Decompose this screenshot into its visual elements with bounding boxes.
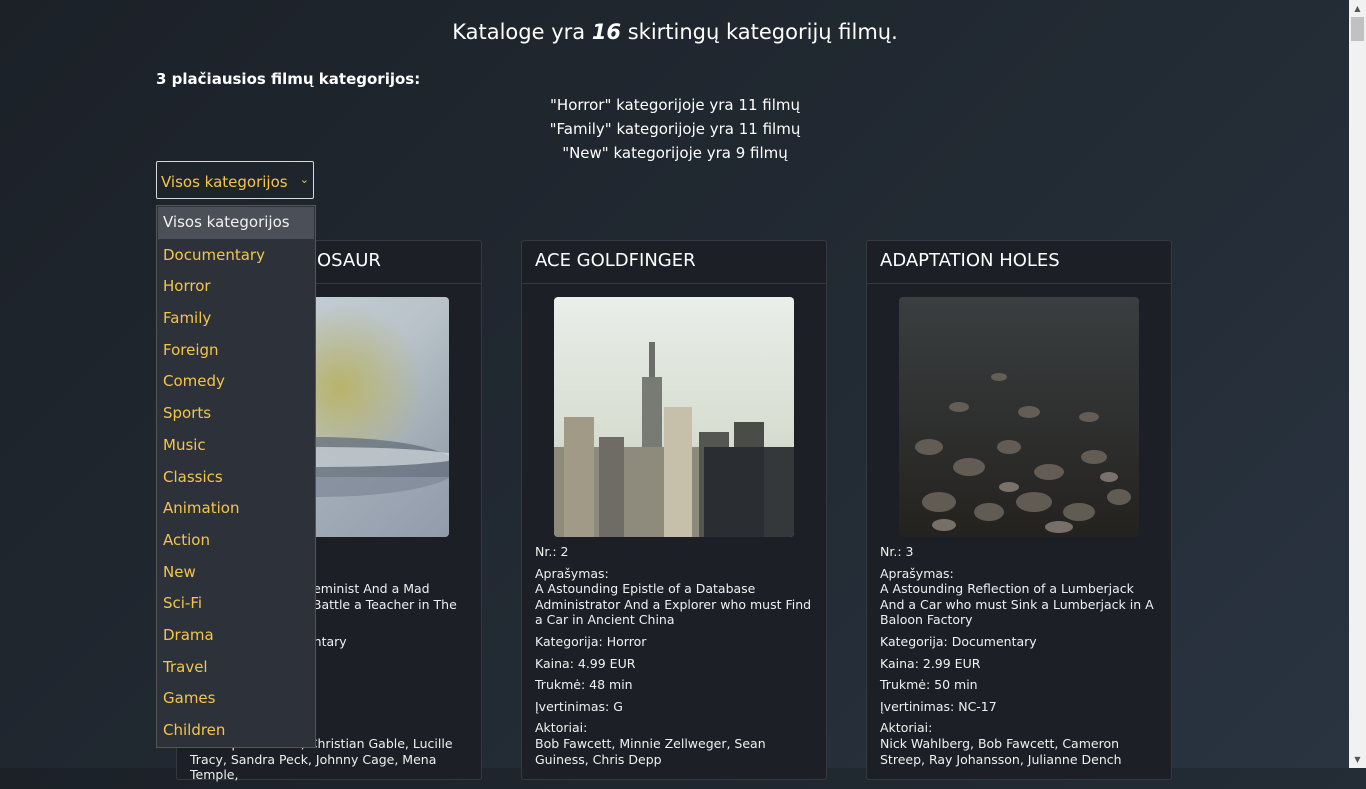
film-category: Kategorija: Horror xyxy=(535,633,647,649)
film-description-label: Aprašymas: xyxy=(880,565,954,581)
chevron-down-icon: ⌄ xyxy=(299,173,309,186)
film-actors-text: Nick Wahlberg, Bob Fawcett, Cameron Stre… xyxy=(880,735,1122,767)
top-category-item: "Family" kategorijoje yra 11 filmų xyxy=(549,120,801,138)
top-category-item: "Horror" kategorijoje yra 11 filmų xyxy=(550,96,800,114)
category-select[interactable]: Visos kategorijos ⌄ xyxy=(156,161,314,199)
film-length: Trukmė: 48 min xyxy=(535,677,633,693)
dropdown-option-classics[interactable]: Classics xyxy=(157,462,315,494)
film-rating: Įvertinimas: G xyxy=(535,698,623,714)
dropdown-option-children[interactable]: Children xyxy=(157,715,315,747)
dropdown-option-documentary[interactable]: Documentary xyxy=(157,240,315,272)
category-select-value: Visos kategorijos xyxy=(161,173,288,191)
title-text-start: Kataloge yra xyxy=(452,20,592,44)
film-description-label: Aprašymas: xyxy=(535,565,609,581)
film-description: Aprašymas: A Astounding Epistle of a Dat… xyxy=(535,566,817,628)
film-price: Kaina: 2.99 EUR xyxy=(880,655,981,671)
dropdown-option-drama[interactable]: Drama xyxy=(157,620,315,652)
film-actors-label: Aktoriai: xyxy=(535,720,588,736)
film-actors-label: Aktoriai: xyxy=(880,720,933,736)
scroll-up-arrow-icon[interactable]: ▲ xyxy=(1349,0,1366,17)
film-title: ACE GOLDFINGER xyxy=(522,241,826,284)
vertical-scrollbar[interactable]: ▲ ▼ xyxy=(1349,0,1366,768)
scroll-down-arrow-icon[interactable]: ▼ xyxy=(1349,751,1366,768)
film-image xyxy=(899,297,1139,537)
film-actors-text: Bob Fawcett, Minnie Zellweger, Sean Guin… xyxy=(535,735,766,767)
film-number: Nr.: 2 xyxy=(535,544,569,559)
dropdown-option-family[interactable]: Family xyxy=(157,303,315,335)
film-length: Trukmė: 50 min xyxy=(880,677,978,693)
category-dropdown-list: Visos kategorijos Documentary Horror Fam… xyxy=(156,205,316,748)
film-card: ACE GOLDFINGER Nr.: 2 Aprašymas: A Astou xyxy=(521,240,827,780)
dropdown-option-new[interactable]: New xyxy=(157,557,315,589)
top-categories-list: "Horror" kategorijoje yra 11 filmų "Fami… xyxy=(0,93,1350,165)
dropdown-option-games[interactable]: Games xyxy=(157,683,315,715)
dropdown-option-all[interactable]: Visos kategorijos xyxy=(158,207,314,239)
top-categories-heading: 3 plačiausios filmų kategorijos: xyxy=(156,70,421,88)
dropdown-option-sports[interactable]: Sports xyxy=(157,398,315,430)
dropdown-option-action[interactable]: Action xyxy=(157,525,315,557)
film-image xyxy=(554,297,794,537)
dropdown-option-music[interactable]: Music xyxy=(157,430,315,462)
title-text-end: skirtingų kategorijų filmų. xyxy=(621,20,898,44)
dropdown-option-animation[interactable]: Animation xyxy=(157,493,315,525)
film-actors: Aktoriai: Nick Wahlberg, Bob Fawcett, Ca… xyxy=(880,720,1162,767)
page-title: Kataloge yra 16 skirtingų kategorijų fil… xyxy=(0,20,1350,44)
dropdown-option-travel[interactable]: Travel xyxy=(157,652,315,684)
film-description-text: A Astounding Epistle of a Database Admin… xyxy=(535,581,812,628)
dropdown-option-foreign[interactable]: Foreign xyxy=(157,335,315,367)
film-info: Nr.: 2 Aprašymas: A Astounding Epistle o… xyxy=(535,544,817,773)
film-actors: Aktoriai: Bob Fawcett, Minnie Zellweger,… xyxy=(535,720,817,767)
film-description-text: A Astounding Reflection of a Lumberjack … xyxy=(880,581,1154,628)
dropdown-option-comedy[interactable]: Comedy xyxy=(157,366,315,398)
film-info: Nr.: 3 Aprašymas: A Astounding Reflectio… xyxy=(880,544,1162,773)
film-category: Kategorija: Documentary xyxy=(880,633,1037,649)
film-rating: Įvertinimas: NC-17 xyxy=(880,698,997,714)
film-price: Kaina: 4.99 EUR xyxy=(535,655,636,671)
scrollbar-thumb[interactable] xyxy=(1351,17,1364,41)
film-number: Nr.: 3 xyxy=(880,544,914,559)
film-card: ADAPTATION HOLES Nr.: 3 Aprašymas: A Ast… xyxy=(866,240,1172,780)
film-description: Aprašymas: A Astounding Reflection of a … xyxy=(880,566,1162,628)
dropdown-option-sci-fi[interactable]: Sci-Fi xyxy=(157,588,315,620)
dropdown-option-horror[interactable]: Horror xyxy=(157,271,315,303)
film-title: ADAPTATION HOLES xyxy=(867,241,1171,284)
category-count: 16 xyxy=(591,20,622,44)
